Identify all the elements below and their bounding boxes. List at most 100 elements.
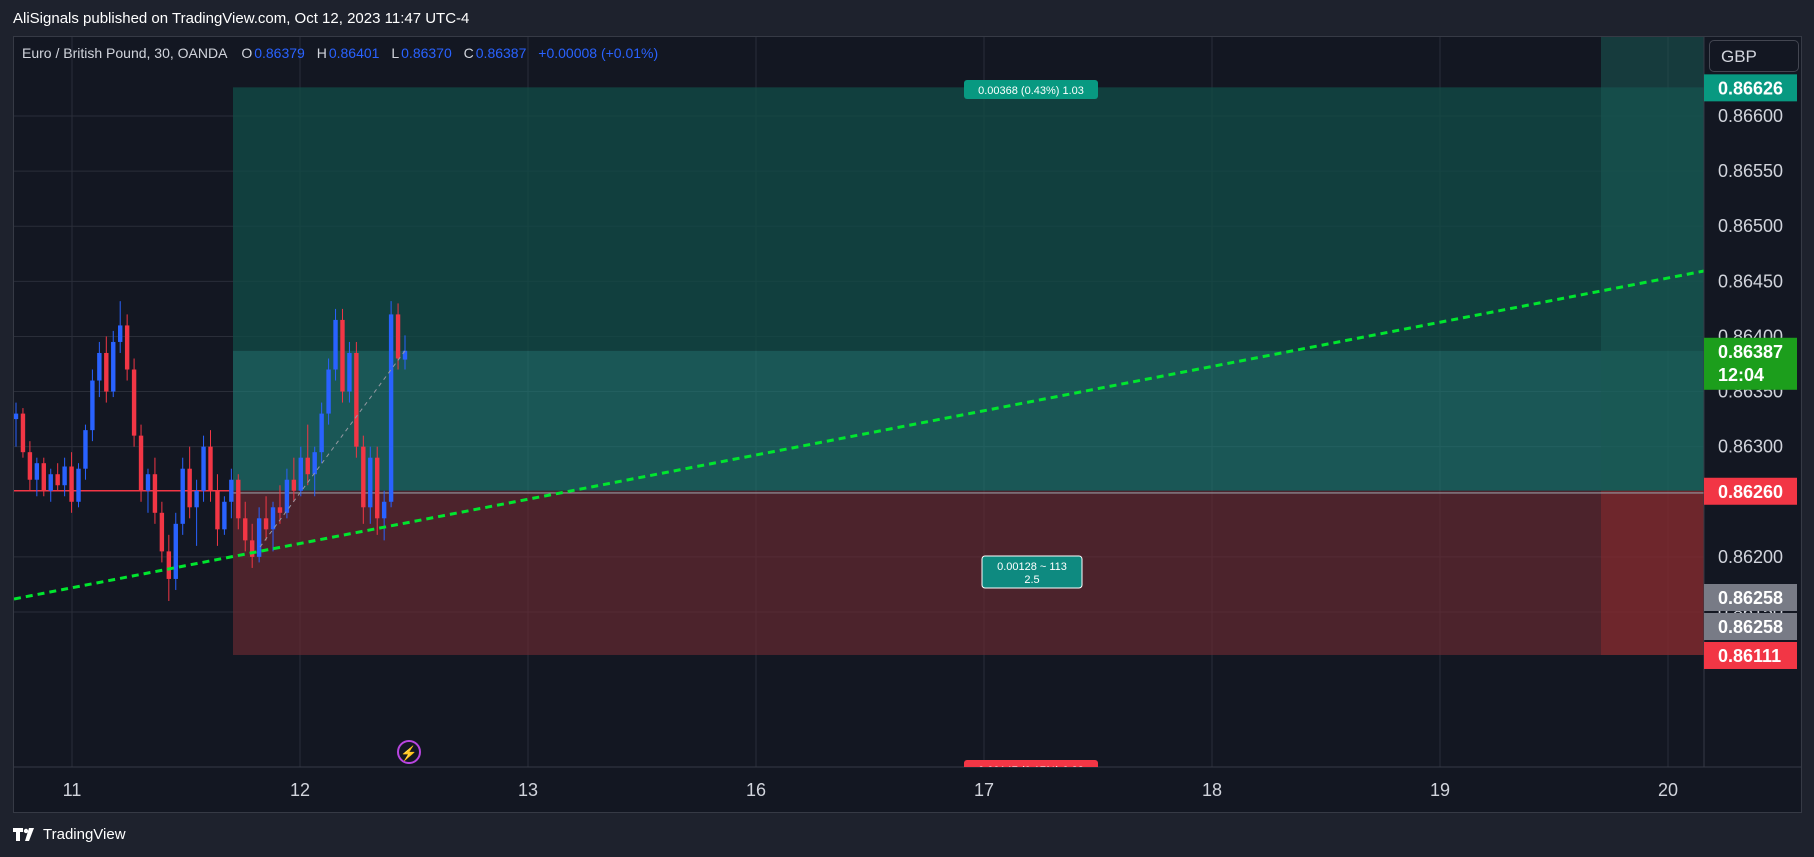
candle-body xyxy=(340,319,345,392)
candle-body xyxy=(256,518,262,557)
time-tick-label: 16 xyxy=(746,780,766,800)
low-value: 0.86370 xyxy=(401,45,452,61)
stop-info-clip: 0.00147 (0.17%) 0.88 xyxy=(964,760,1098,777)
candle-body xyxy=(326,369,331,414)
candle-body xyxy=(83,430,88,469)
candle-body xyxy=(166,551,172,579)
future-stop-shade xyxy=(1601,490,1704,655)
candle-body xyxy=(104,352,109,392)
currency-button[interactable]: GBP xyxy=(1709,40,1799,72)
grey-price-value: 0.86258 xyxy=(1718,588,1783,608)
change-value: +0.00008 (+0.01%) xyxy=(538,45,659,61)
stop-zone xyxy=(233,490,1704,655)
symbol-name[interactable]: Euro / British Pound, 30, OANDA xyxy=(22,45,227,61)
footer-brand: TradingView xyxy=(43,826,126,843)
candle-body xyxy=(62,466,67,486)
time-axis[interactable]: 11 12 13 16 17 18 19 20 xyxy=(14,766,1801,800)
entry-price-value: 0.86260 xyxy=(1718,482,1783,502)
candle-body xyxy=(138,435,144,491)
candle-body xyxy=(27,452,33,480)
high-label: H xyxy=(316,45,327,61)
grey-price-value: 0.86258 xyxy=(1718,617,1783,637)
future-target-shade xyxy=(1601,37,1704,491)
price-tick-label: 0.86450 xyxy=(1718,271,1783,291)
candle-body xyxy=(277,507,283,513)
candle-body xyxy=(117,325,123,342)
candle-body xyxy=(243,518,248,541)
price-tick-label: 0.86300 xyxy=(1718,437,1783,457)
candle-body xyxy=(270,507,276,530)
target-zone-filled xyxy=(233,350,1704,491)
candle-body xyxy=(298,457,304,491)
center-info-line1: 0.00128 ~ 113 xyxy=(997,561,1067,573)
tradingview-logo[interactable]: TradingView xyxy=(13,826,126,843)
price-tick-label: 0.86600 xyxy=(1718,106,1783,126)
candle-body xyxy=(354,352,359,447)
target-price-value: 0.86626 xyxy=(1718,78,1783,98)
candle-body xyxy=(368,457,373,508)
candle-body xyxy=(347,352,352,392)
high-value: 0.86401 xyxy=(328,45,380,61)
time-tick-label: 18 xyxy=(1202,780,1222,800)
candle-body xyxy=(229,479,234,502)
candle-body xyxy=(194,490,199,508)
candle-body xyxy=(319,413,324,453)
candle-body xyxy=(173,523,178,579)
price-tick-label: 0.86550 xyxy=(1718,161,1783,181)
close-value: 0.86387 xyxy=(475,45,527,61)
candle-body xyxy=(208,446,213,491)
candle-body xyxy=(111,341,116,392)
candle-body xyxy=(222,501,227,530)
footer-bar xyxy=(0,813,1814,857)
position-zones xyxy=(14,37,1704,655)
stop-info-box xyxy=(964,760,1098,767)
close-label: C xyxy=(463,45,474,61)
candle-body xyxy=(263,518,269,530)
target-info-text: 0.00368 (0.43%) 1.03 xyxy=(978,85,1084,97)
price-tick-label: 0.86500 xyxy=(1718,216,1783,236)
symbol-legend: Euro / British Pound, 30, OANDA O 0.86379… xyxy=(22,45,660,61)
candle-body xyxy=(90,380,95,431)
time-tick-label: 19 xyxy=(1430,780,1450,800)
candle-body xyxy=(159,512,165,552)
candle-body xyxy=(34,463,40,480)
candle-body xyxy=(375,457,380,519)
candle-body xyxy=(361,446,366,508)
time-tick-label: 20 xyxy=(1658,780,1678,800)
time-tick-label: 11 xyxy=(63,780,82,800)
tradingview-logo-icon xyxy=(13,827,34,841)
candle-body xyxy=(236,479,241,519)
chart-canvas[interactable]: ⚡ 0.866000.865500.865000.864500.864000.8… xyxy=(0,0,1814,857)
candle-body xyxy=(180,468,185,524)
candle-body xyxy=(145,474,151,491)
candle-body xyxy=(395,314,401,359)
candle-body xyxy=(20,413,26,453)
candle-body xyxy=(131,369,137,436)
candle-body xyxy=(291,479,297,491)
last-price-countdown: 12:04 xyxy=(1718,365,1764,385)
price-tick-label: 0.86200 xyxy=(1718,547,1783,567)
candle-body xyxy=(152,474,158,513)
candle-body xyxy=(381,501,387,519)
candle-body xyxy=(69,466,74,502)
candle-body xyxy=(305,457,310,475)
open-label: O xyxy=(241,45,253,61)
candle-body xyxy=(76,468,81,502)
time-tick-label: 13 xyxy=(518,780,538,800)
candle-body xyxy=(201,446,206,491)
candle-body xyxy=(41,463,46,491)
target-zone-upper xyxy=(233,87,1704,351)
lightning-icon: ⚡ xyxy=(400,745,417,762)
low-label: L xyxy=(391,45,400,61)
time-tick-label: 17 xyxy=(974,780,994,800)
candle-body xyxy=(187,468,192,508)
last-price-value: 0.86387 xyxy=(1718,342,1783,362)
price-axis[interactable]: 0.866000.865500.865000.864500.864000.863… xyxy=(1703,37,1801,767)
stop-price-value: 0.86111 xyxy=(1718,646,1781,666)
stop-info-text: 0.00147 (0.17%) 0.88 xyxy=(978,765,1084,777)
open-value: 0.86379 xyxy=(254,45,305,61)
candle-body xyxy=(388,314,394,502)
center-info-line2: 2.5 xyxy=(1024,574,1039,586)
candle-body xyxy=(333,319,338,370)
candle-body xyxy=(48,474,53,491)
